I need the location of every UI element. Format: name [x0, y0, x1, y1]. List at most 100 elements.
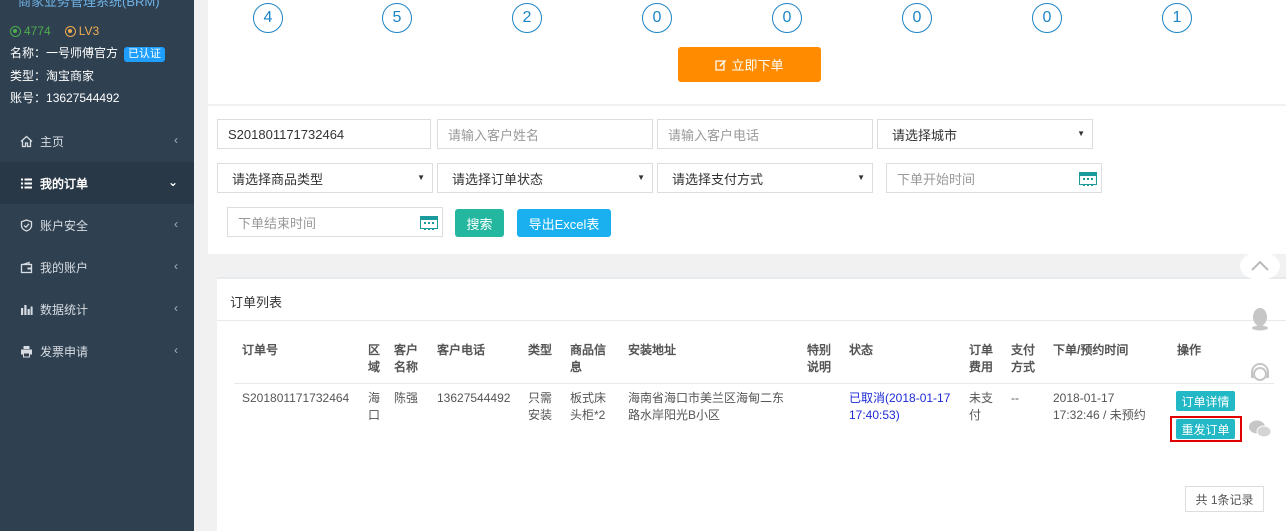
table-row-divider — [234, 383, 1274, 384]
customer-phone-input[interactable]: 请输入客户电话 — [657, 119, 873, 149]
header-note-line1: 特别 — [807, 343, 832, 357]
header-region: 区域 — [368, 342, 380, 376]
qq-icon[interactable] — [1247, 306, 1273, 332]
coin-count: 4774 — [24, 24, 51, 38]
wechat-icon[interactable] — [1247, 416, 1273, 442]
verified-badge: 已认证 — [124, 47, 166, 62]
cell-phone: 13627544492 — [437, 391, 511, 405]
product-type-value: 请选择商品类型 — [232, 171, 324, 187]
product-type-select[interactable]: 请选择商品类型 ▼ — [217, 163, 433, 193]
summary-count[interactable]: 0 — [772, 3, 802, 33]
cell-type-line1: 只需 — [528, 391, 553, 405]
header-phone: 客户电话 — [437, 343, 486, 357]
list-icon — [19, 176, 33, 190]
level-text: LV3 — [78, 24, 100, 38]
header-type: 类型 — [528, 343, 553, 357]
header-operations: 操作 — [1177, 343, 1202, 357]
sidebar: 商家业务管理系统(BRM) 4774 LV3 名称：一号师傅官方 已认证 类型：淘… — [0, 0, 194, 531]
place-order-button[interactable]: 立即下单 — [678, 47, 821, 82]
sidebar-item-label: 我的账户 — [40, 260, 89, 275]
sidebar-item-invoice[interactable]: 发票申请 ‹ — [0, 330, 194, 372]
calendar-icon[interactable] — [1079, 172, 1097, 186]
cell-status-line1: 已取消(2018-01-17 — [849, 391, 951, 405]
cell-region: 海口 — [368, 390, 380, 424]
caret-down-icon: ▼ — [417, 173, 425, 182]
end-time-input[interactable]: 下单结束时间 — [227, 207, 443, 237]
sidebar-item-label: 发票申请 — [40, 344, 89, 359]
back-to-top-icon[interactable] — [1240, 252, 1280, 280]
payment-method-select[interactable]: 请选择支付方式 ▼ — [657, 163, 873, 193]
sidebar-item-label: 数据统计 — [40, 302, 89, 317]
cell-payment: -- — [1011, 391, 1019, 405]
header-payment-line2: 方式 — [1011, 360, 1036, 374]
caret-down-icon: ▼ — [857, 173, 865, 182]
sidebar-item-label: 账户安全 — [40, 218, 89, 233]
header-region-line1: 区 — [368, 343, 381, 357]
order-detail-button[interactable]: 订单详情 — [1176, 391, 1235, 411]
calendar-icon[interactable] — [420, 216, 438, 230]
cell-fee: 未支付 — [969, 390, 993, 424]
sidebar-item-my-orders[interactable]: 我的订单 ⌄ — [0, 162, 194, 204]
summary-count[interactable]: 1 — [1162, 3, 1192, 33]
type-value: 淘宝商家 — [46, 69, 95, 83]
highlight-box — [1170, 416, 1242, 442]
level: LV3 — [64, 24, 100, 38]
sidebar-item-account-security[interactable]: 账户安全 ‹ — [0, 204, 194, 246]
order-number-input[interactable]: S201801171732464 — [217, 119, 431, 149]
order-list-title: 订单列表 — [230, 295, 283, 310]
user-stats: 4774 LV3 — [10, 24, 99, 38]
chevron-left-icon: ‹ — [174, 343, 178, 357]
bar-chart-icon — [19, 302, 33, 316]
header-region-line2: 域 — [368, 360, 381, 374]
type-label: 类型： — [10, 69, 47, 83]
header-product-line1: 商品信 — [570, 343, 607, 357]
customer-service-icon[interactable] — [1247, 361, 1273, 387]
header-customer: 客户 名称 — [394, 342, 418, 376]
cell-status: 已取消(2018-01-17 17:40:53) — [849, 390, 950, 424]
cell-time-line2: 17:32:46 / 未预约 — [1053, 408, 1146, 422]
header-product: 商品信息 — [570, 342, 606, 376]
merchant-account: 账号：13627544492 — [10, 89, 119, 106]
chevron-left-icon: ‹ — [174, 133, 178, 147]
cell-region-line2: 口 — [368, 408, 381, 422]
chevron-left-icon: ‹ — [174, 301, 178, 315]
coin-icon — [10, 25, 21, 37]
order-list-panel: 订单列表 订单号 区域 客户 名称 客户电话 类型 商品信息 安装地址 特别 说明 … — [217, 277, 1286, 531]
sidebar-nav: 主页 ‹ 我的订单 ⌄ 账户安全 ‹ 我的账户 ‹ 数据统计 ‹ 发票申请 ‹ — [0, 120, 194, 372]
coins: 4774 — [10, 24, 51, 38]
cell-fee-line1: 未支 — [969, 391, 994, 405]
start-time-input[interactable]: 下单开始时间 — [886, 163, 1102, 193]
divider — [217, 320, 1286, 321]
city-select-value: 请选择城市 — [892, 127, 958, 143]
summary-count[interactable]: 0 — [642, 3, 672, 33]
cell-address-line2: 路水岸阳光B小区 — [628, 408, 721, 422]
header-fee-line2: 费用 — [969, 360, 994, 374]
name-label: 名称： — [10, 46, 47, 60]
customer-name-input[interactable]: 请输入客户姓名 — [437, 119, 653, 149]
header-payment-line1: 支付 — [1011, 343, 1036, 357]
city-select[interactable]: 请选择城市 ▼ — [877, 119, 1093, 149]
home-icon — [19, 134, 33, 148]
sidebar-item-home[interactable]: 主页 ‹ — [0, 120, 194, 162]
sidebar-item-my-account[interactable]: 我的账户 ‹ — [0, 246, 194, 288]
export-excel-button[interactable]: 导出Excel表 — [517, 209, 611, 237]
search-button[interactable]: 搜索 — [455, 209, 504, 237]
sidebar-item-statistics[interactable]: 数据统计 ‹ — [0, 288, 194, 330]
cell-customer: 陈强 — [394, 391, 419, 405]
cell-region-line1: 海 — [368, 391, 381, 405]
place-order-label: 立即下单 — [731, 58, 784, 73]
cell-address-line1: 海南省海口市美兰区海甸二东 — [628, 391, 785, 405]
summary-count[interactable]: 2 — [512, 3, 542, 33]
cell-product: 板式床 头柜*2 — [570, 390, 606, 424]
order-status-select[interactable]: 请选择订单状态 ▼ — [437, 163, 653, 193]
summary-count[interactable]: 0 — [902, 3, 932, 33]
merchant-name: 名称：一号师傅官方 已认证 — [10, 44, 166, 62]
summary-count[interactable]: 0 — [1032, 3, 1062, 33]
caret-down-icon: ▼ — [637, 173, 645, 182]
shield-icon — [19, 218, 33, 232]
summary-count[interactable]: 5 — [382, 3, 412, 33]
summary-count[interactable]: 4 — [253, 3, 283, 33]
chevron-left-icon: ‹ — [174, 217, 178, 231]
order-status-value: 请选择订单状态 — [452, 171, 544, 187]
header-status: 状态 — [849, 343, 874, 357]
